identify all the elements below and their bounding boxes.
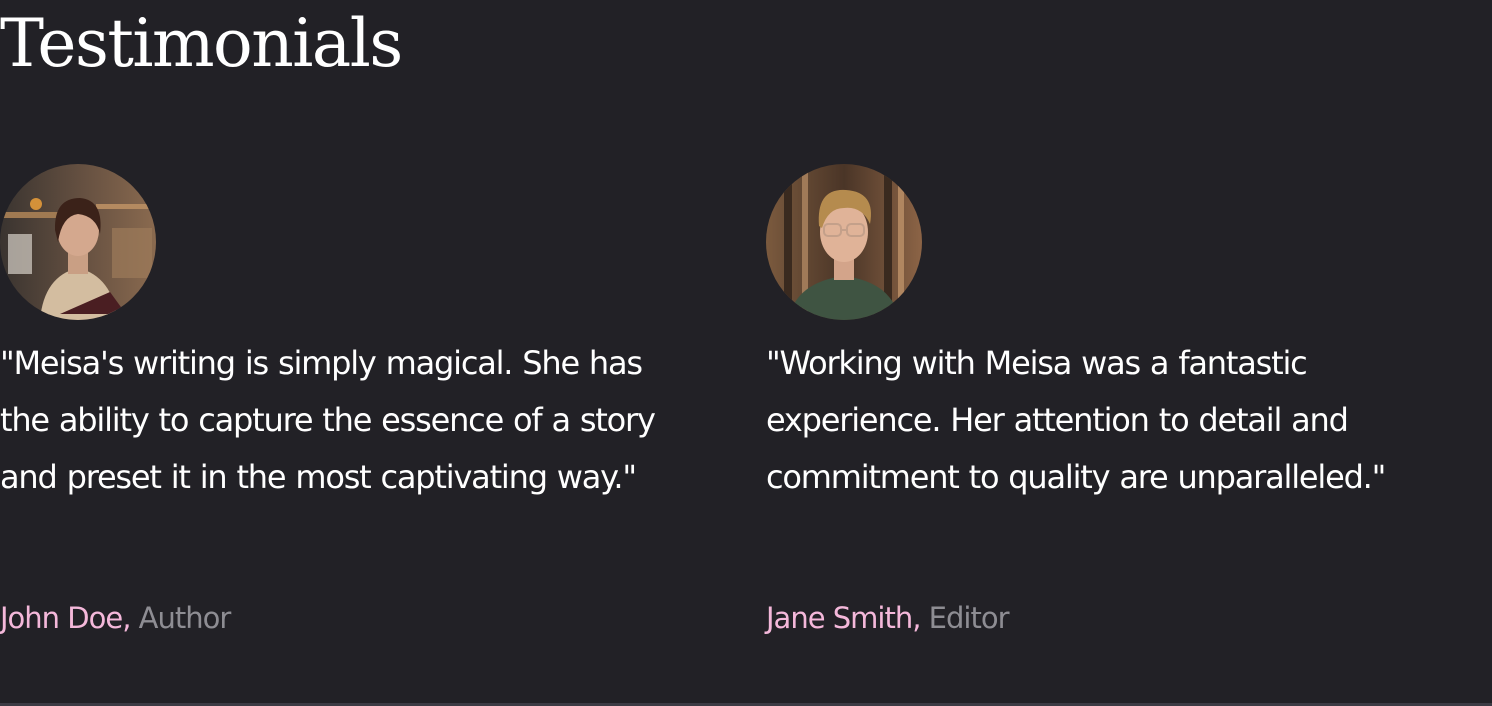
testimonial-quote: "Working with Meisa was a fantastic expe…	[766, 344, 1386, 496]
testimonial-author: John Doe, Author	[0, 598, 232, 638]
author-role: Editor	[928, 601, 1010, 635]
author-name: Jane Smith,	[766, 601, 921, 635]
section-title: Testimonials	[0, 5, 403, 82]
testimonial-card: "Working with Meisa was a fantastic expe…	[766, 164, 1426, 635]
author-name: John Doe,	[0, 601, 131, 635]
avatar	[766, 164, 922, 320]
author-role: Author	[138, 601, 232, 635]
testimonial-card: "Meisa's writing is simply magical. She …	[0, 164, 660, 635]
avatar	[0, 164, 156, 320]
testimonial-author: Jane Smith, Editor	[766, 598, 1009, 638]
testimonial-quote: "Meisa's writing is simply magical. She …	[0, 344, 656, 496]
